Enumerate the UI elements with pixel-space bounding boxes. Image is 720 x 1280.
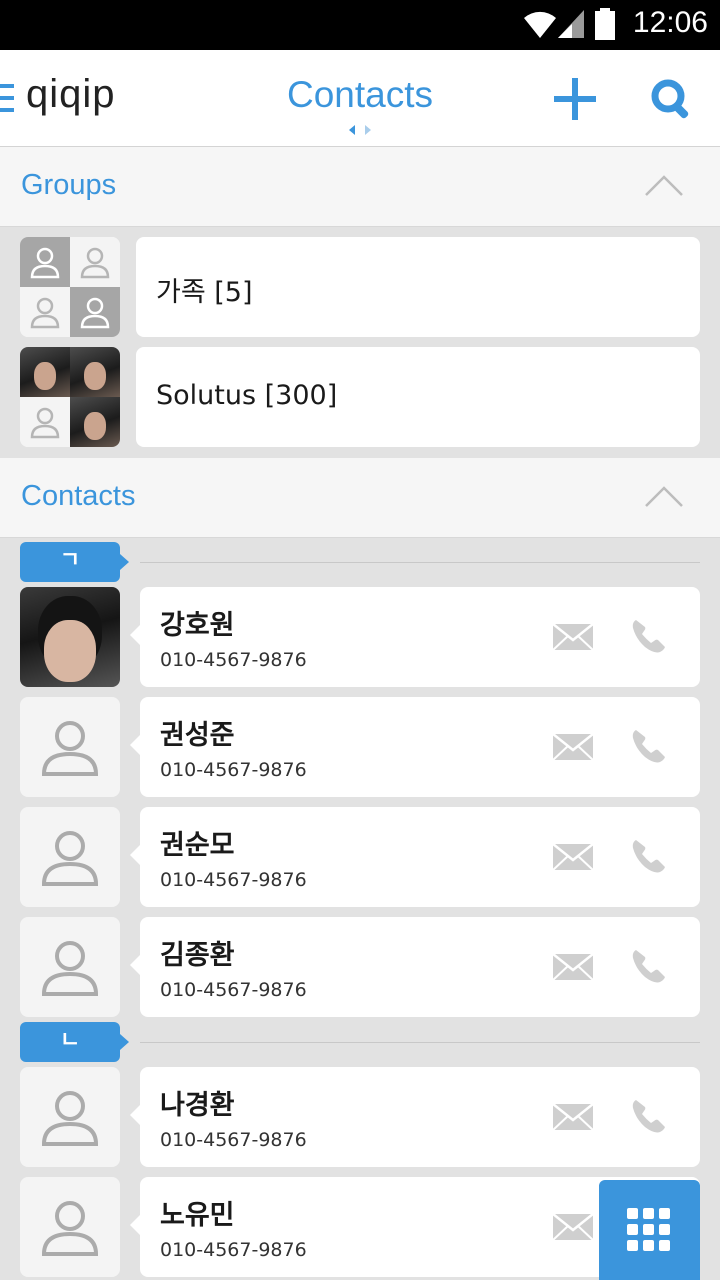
contact-name: 나경환	[160, 1090, 235, 1121]
status-bar: 12:06	[0, 0, 720, 50]
add-contact-button[interactable]	[552, 76, 598, 122]
group-name: Solutus [300]	[156, 380, 338, 411]
group-card[interactable]: Solutus [300]	[136, 347, 700, 447]
signal-icon	[558, 10, 584, 38]
group-row[interactable]: Solutus [300]	[0, 347, 720, 447]
dialpad-button[interactable]	[599, 1180, 700, 1280]
search-icon[interactable]	[648, 76, 694, 122]
person-icon	[41, 721, 99, 776]
contact-phone: 010-4567-9876	[160, 649, 307, 671]
contact-name: 강호원	[160, 610, 235, 641]
divider-line	[140, 1042, 700, 1043]
person-icon	[20, 397, 70, 447]
contact-phone: 010-4567-9876	[160, 869, 307, 891]
person-icon	[20, 287, 70, 337]
person-icon	[41, 831, 99, 886]
avatar[interactable]	[20, 587, 120, 687]
group-row[interactable]: 가족 [5]	[0, 237, 720, 337]
hamburger-icon[interactable]	[0, 84, 14, 112]
chevron-up-icon[interactable]	[644, 173, 684, 197]
page-title[interactable]: Contacts	[210, 74, 510, 116]
divider-line	[140, 562, 700, 563]
battery-icon	[595, 8, 615, 40]
contacts-section-header[interactable]: Contacts	[0, 458, 720, 538]
person-icon	[70, 237, 120, 287]
clock: 12:06	[632, 6, 708, 39]
contacts-screen: 12:06 qiqip Contacts Groups 가족 [5] Solut…	[0, 0, 720, 1280]
contact-row[interactable]: 나경환 010-4567-9876	[0, 1067, 720, 1167]
contact-name: 노유민	[160, 1200, 235, 1231]
envelope-icon[interactable]	[552, 623, 594, 651]
letter-tag[interactable]: ㄴ	[20, 1022, 129, 1062]
contact-name: 권성준	[160, 720, 235, 751]
member-photo	[70, 397, 120, 447]
contact-name: 김종환	[160, 940, 235, 971]
person-icon	[41, 941, 99, 996]
contact-card[interactable]: 나경환 010-4567-9876	[130, 1067, 700, 1167]
contact-row[interactable]: 권순모 010-4567-9876	[0, 807, 720, 907]
group-avatar	[20, 347, 120, 447]
member-photo	[20, 347, 70, 397]
contact-row[interactable]: 권성준 010-4567-9876	[0, 697, 720, 797]
app-header: qiqip Contacts	[0, 50, 720, 147]
avatar[interactable]	[20, 697, 120, 797]
contact-row[interactable]: 김종환 010-4567-9876	[0, 917, 720, 1017]
wifi-icon	[524, 11, 556, 38]
phone-icon[interactable]	[630, 727, 668, 765]
group-card[interactable]: 가족 [5]	[136, 237, 700, 337]
phone-icon[interactable]	[630, 947, 668, 985]
avatar[interactable]	[20, 1177, 120, 1277]
envelope-icon[interactable]	[552, 953, 594, 981]
page-indicator-icon	[349, 125, 371, 135]
envelope-icon[interactable]	[552, 1213, 594, 1241]
contact-phone: 010-4567-9876	[160, 979, 307, 1001]
contact-name: 권순모	[160, 830, 235, 861]
contact-phone: 010-4567-9876	[160, 1239, 307, 1261]
phone-icon[interactable]	[630, 1097, 668, 1135]
contact-card[interactable]: 권성준 010-4567-9876	[130, 697, 700, 797]
person-icon	[41, 1091, 99, 1146]
letter-tag[interactable]: ㄱ	[20, 542, 129, 582]
groups-section-title: Groups	[21, 169, 117, 201]
contact-card[interactable]: 강호원 010-4567-9876	[130, 587, 700, 687]
person-icon	[41, 1201, 99, 1256]
group-name: 가족 [5]	[156, 277, 253, 308]
envelope-icon[interactable]	[552, 733, 594, 761]
contact-card[interactable]: 권순모 010-4567-9876	[130, 807, 700, 907]
person-icon	[20, 237, 70, 287]
member-photo	[70, 347, 120, 397]
contact-card[interactable]: 김종환 010-4567-9876	[130, 917, 700, 1017]
groups-section-header[interactable]: Groups	[0, 147, 720, 227]
app-logo: qiqip	[26, 72, 116, 116]
envelope-icon[interactable]	[552, 1103, 594, 1131]
letter-divider: ㄴ	[0, 1022, 720, 1062]
contacts-section-title: Contacts	[21, 480, 136, 512]
dialpad-icon	[627, 1208, 671, 1252]
envelope-icon[interactable]	[552, 843, 594, 871]
avatar[interactable]	[20, 807, 120, 907]
person-icon	[70, 287, 120, 337]
phone-icon[interactable]	[630, 617, 668, 655]
letter-divider: ㄱ	[0, 542, 720, 582]
chevron-up-icon[interactable]	[644, 484, 684, 508]
contact-row[interactable]: 강호원 010-4567-9876	[0, 587, 720, 687]
contact-phone: 010-4567-9876	[160, 1129, 307, 1151]
group-avatar	[20, 237, 120, 337]
contact-phone: 010-4567-9876	[160, 759, 307, 781]
avatar[interactable]	[20, 1067, 120, 1167]
avatar[interactable]	[20, 917, 120, 1017]
phone-icon[interactable]	[630, 837, 668, 875]
